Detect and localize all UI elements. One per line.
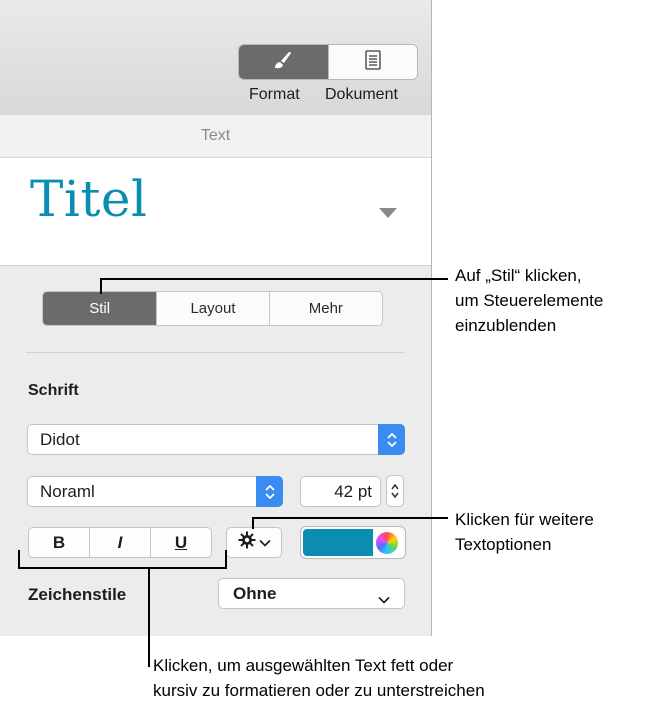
- font-size-field[interactable]: 42 pt: [300, 476, 381, 507]
- callout-biu-text: Klicken, um ausgewählten Text fett oder …: [153, 656, 485, 700]
- chevron-down-icon: [258, 534, 271, 552]
- typeface-popup[interactable]: Noraml: [27, 476, 283, 507]
- paintbrush-icon: [272, 50, 294, 75]
- tab-stil[interactable]: Stil: [43, 292, 157, 325]
- divider: [26, 352, 405, 353]
- document-button[interactable]: [327, 45, 418, 79]
- callout-biu-leader: [18, 567, 227, 569]
- tab-layout[interactable]: Layout: [156, 292, 268, 325]
- bold-button[interactable]: B: [29, 528, 89, 557]
- font-heading: Schrift: [28, 382, 79, 399]
- callout-biu-leader: [225, 550, 227, 568]
- updown-icon: [256, 476, 283, 507]
- callout-stil-text: Auf „Stil“ klicken, um Steuerelemente ei…: [455, 266, 604, 335]
- character-styles-label: Zeichenstile: [28, 585, 127, 604]
- tab-bar: Stil Layout Mehr: [42, 291, 383, 326]
- callout-stil-leader: [100, 278, 102, 294]
- character-styles-popup[interactable]: Ohne: [218, 578, 405, 609]
- format-sidebar: Format Dokument Text Titel Stil Layout M…: [0, 0, 432, 636]
- font-size-stepper[interactable]: [386, 475, 404, 507]
- color-wheel-icon[interactable]: [376, 532, 398, 554]
- format-label: Format: [249, 86, 300, 103]
- tab-mehr[interactable]: Mehr: [268, 292, 382, 325]
- chevron-down-icon: [378, 589, 390, 609]
- callout-biu-leader: [18, 550, 20, 568]
- font-family-value: Didot: [40, 429, 80, 449]
- gear-icon: [238, 531, 256, 554]
- font-family-popup[interactable]: Didot: [27, 424, 405, 455]
- typeface-value: Noraml: [40, 481, 95, 501]
- italic-button[interactable]: I: [89, 528, 150, 557]
- bold-italic-underline-group: B I U: [28, 527, 212, 558]
- callout-options-leader: [252, 517, 254, 529]
- character-styles-value: Ohne: [233, 583, 277, 603]
- updown-icon: [378, 424, 405, 455]
- toolbar: Format Dokument: [0, 0, 431, 116]
- section-title: Text: [0, 115, 431, 158]
- paragraph-style-name: Titel: [30, 170, 148, 228]
- text-options-button[interactable]: [226, 527, 282, 558]
- format-button[interactable]: [239, 45, 328, 79]
- chevron-down-icon[interactable]: [378, 206, 398, 224]
- callout-options-text: Klicken für weitere Textoptionen: [455, 510, 594, 554]
- inspector-switcher: [238, 44, 418, 80]
- callout-stil-leader: [100, 278, 448, 280]
- font-size-value: 42 pt: [334, 481, 372, 501]
- underline-button[interactable]: U: [150, 528, 211, 557]
- text-color-well[interactable]: [300, 526, 406, 559]
- document-icon: [365, 49, 381, 75]
- text-color-swatch[interactable]: [303, 529, 373, 556]
- callout-biu-leader: [148, 567, 150, 667]
- document-label: Dokument: [325, 86, 398, 103]
- callout-options-leader: [252, 517, 448, 519]
